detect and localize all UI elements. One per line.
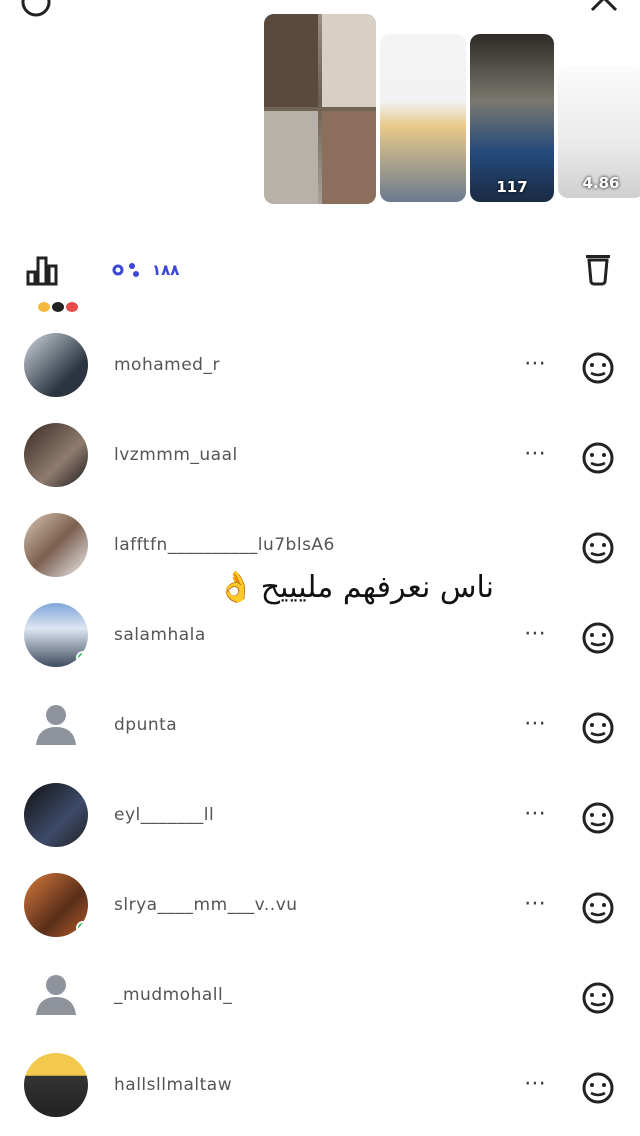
viewer-username[interactable]: _mudmohall_ xyxy=(114,985,232,1005)
viewer-username[interactable]: hallsllmaltaw xyxy=(114,1075,232,1095)
insights-icon[interactable] xyxy=(24,252,60,288)
story-thumbnail[interactable] xyxy=(264,14,376,204)
avatar[interactable] xyxy=(24,423,88,487)
viewer-row[interactable]: _mudmohall_ xyxy=(0,951,640,1041)
reaction-emoji-icon[interactable] xyxy=(578,617,618,657)
trash-icon[interactable] xyxy=(580,250,616,288)
eye-icon xyxy=(112,263,139,277)
online-indicator xyxy=(76,651,88,665)
viewer-username[interactable]: salamhala xyxy=(114,625,206,645)
previous-row-peek xyxy=(34,300,84,318)
more-options-icon[interactable]: ⋯ xyxy=(524,441,548,466)
story-thumbnail[interactable] xyxy=(380,34,466,202)
viewer-row[interactable]: eyl_______ll ⋯ xyxy=(0,771,640,861)
story-caption: ناس نعرفهم مليييح 👌 xyxy=(154,570,494,605)
more-options-icon[interactable]: ⋯ xyxy=(524,891,548,916)
more-options-icon[interactable]: ⋯ xyxy=(524,1071,548,1096)
story-thumbnail[interactable]: 117 xyxy=(470,34,554,202)
more-options-icon[interactable]: ⋯ xyxy=(524,801,548,826)
settings-icon[interactable] xyxy=(18,0,54,20)
reaction-emoji-icon[interactable] xyxy=(578,1067,618,1107)
viewer-username[interactable]: eyl_______ll xyxy=(114,805,214,825)
reaction-emoji-icon[interactable] xyxy=(578,797,618,837)
more-options-icon[interactable]: ⋯ xyxy=(524,711,548,736)
default-avatar-icon[interactable] xyxy=(24,963,88,1027)
viewers-count-button[interactable]: ١٨٨ xyxy=(108,258,179,282)
avatar[interactable] xyxy=(24,603,88,667)
viewers-toolbar: ١٨٨ xyxy=(24,250,616,290)
caption-text: ناس نعرفهم مليييح xyxy=(260,570,494,605)
reaction-emoji-icon[interactable] xyxy=(578,527,618,567)
viewer-row[interactable]: hallsllmaltaw ⋯ xyxy=(0,1041,640,1131)
reaction-emoji-icon[interactable] xyxy=(578,977,618,1017)
reaction-emoji-icon[interactable] xyxy=(578,887,618,927)
story-thumbnail[interactable]: 4.86 xyxy=(558,66,640,198)
chevron-up-icon[interactable] xyxy=(586,0,622,20)
online-indicator xyxy=(76,921,88,935)
ok-hand-emoji: 👌 xyxy=(217,570,255,605)
story-views-count: 117 xyxy=(496,178,528,196)
viewers-count: ١٨٨ xyxy=(152,261,180,279)
viewer-username[interactable]: lvzmmm_uaal xyxy=(114,445,238,465)
avatar[interactable] xyxy=(24,783,88,847)
viewer-row[interactable]: dpunta ⋯ xyxy=(0,681,640,771)
viewer-row[interactable]: lvzmmm_uaal ⋯ xyxy=(0,411,640,501)
avatar[interactable] xyxy=(24,513,88,577)
more-options-icon[interactable]: ⋯ xyxy=(524,621,548,646)
avatar[interactable] xyxy=(24,333,88,397)
viewer-row[interactable]: mohamed_r ⋯ xyxy=(0,321,640,411)
viewer-username[interactable]: lafftfn__________lu7blsA6 xyxy=(114,535,335,555)
viewer-username[interactable]: slrya____mm___v..vu xyxy=(114,895,298,915)
viewer-row[interactable]: slrya____mm___v..vu ⋯ xyxy=(0,861,640,951)
reaction-emoji-icon[interactable] xyxy=(578,707,618,747)
viewer-username[interactable]: dpunta xyxy=(114,715,177,735)
avatar[interactable] xyxy=(24,1053,88,1117)
viewer-username[interactable]: mohamed_r xyxy=(114,355,220,375)
more-options-icon[interactable]: ⋯ xyxy=(524,351,548,376)
story-views-count: 4.86 xyxy=(582,174,620,192)
reaction-emoji-icon[interactable] xyxy=(578,437,618,477)
default-avatar-icon[interactable] xyxy=(24,693,88,757)
avatar[interactable] xyxy=(24,873,88,937)
reaction-emoji-icon[interactable] xyxy=(578,347,618,387)
